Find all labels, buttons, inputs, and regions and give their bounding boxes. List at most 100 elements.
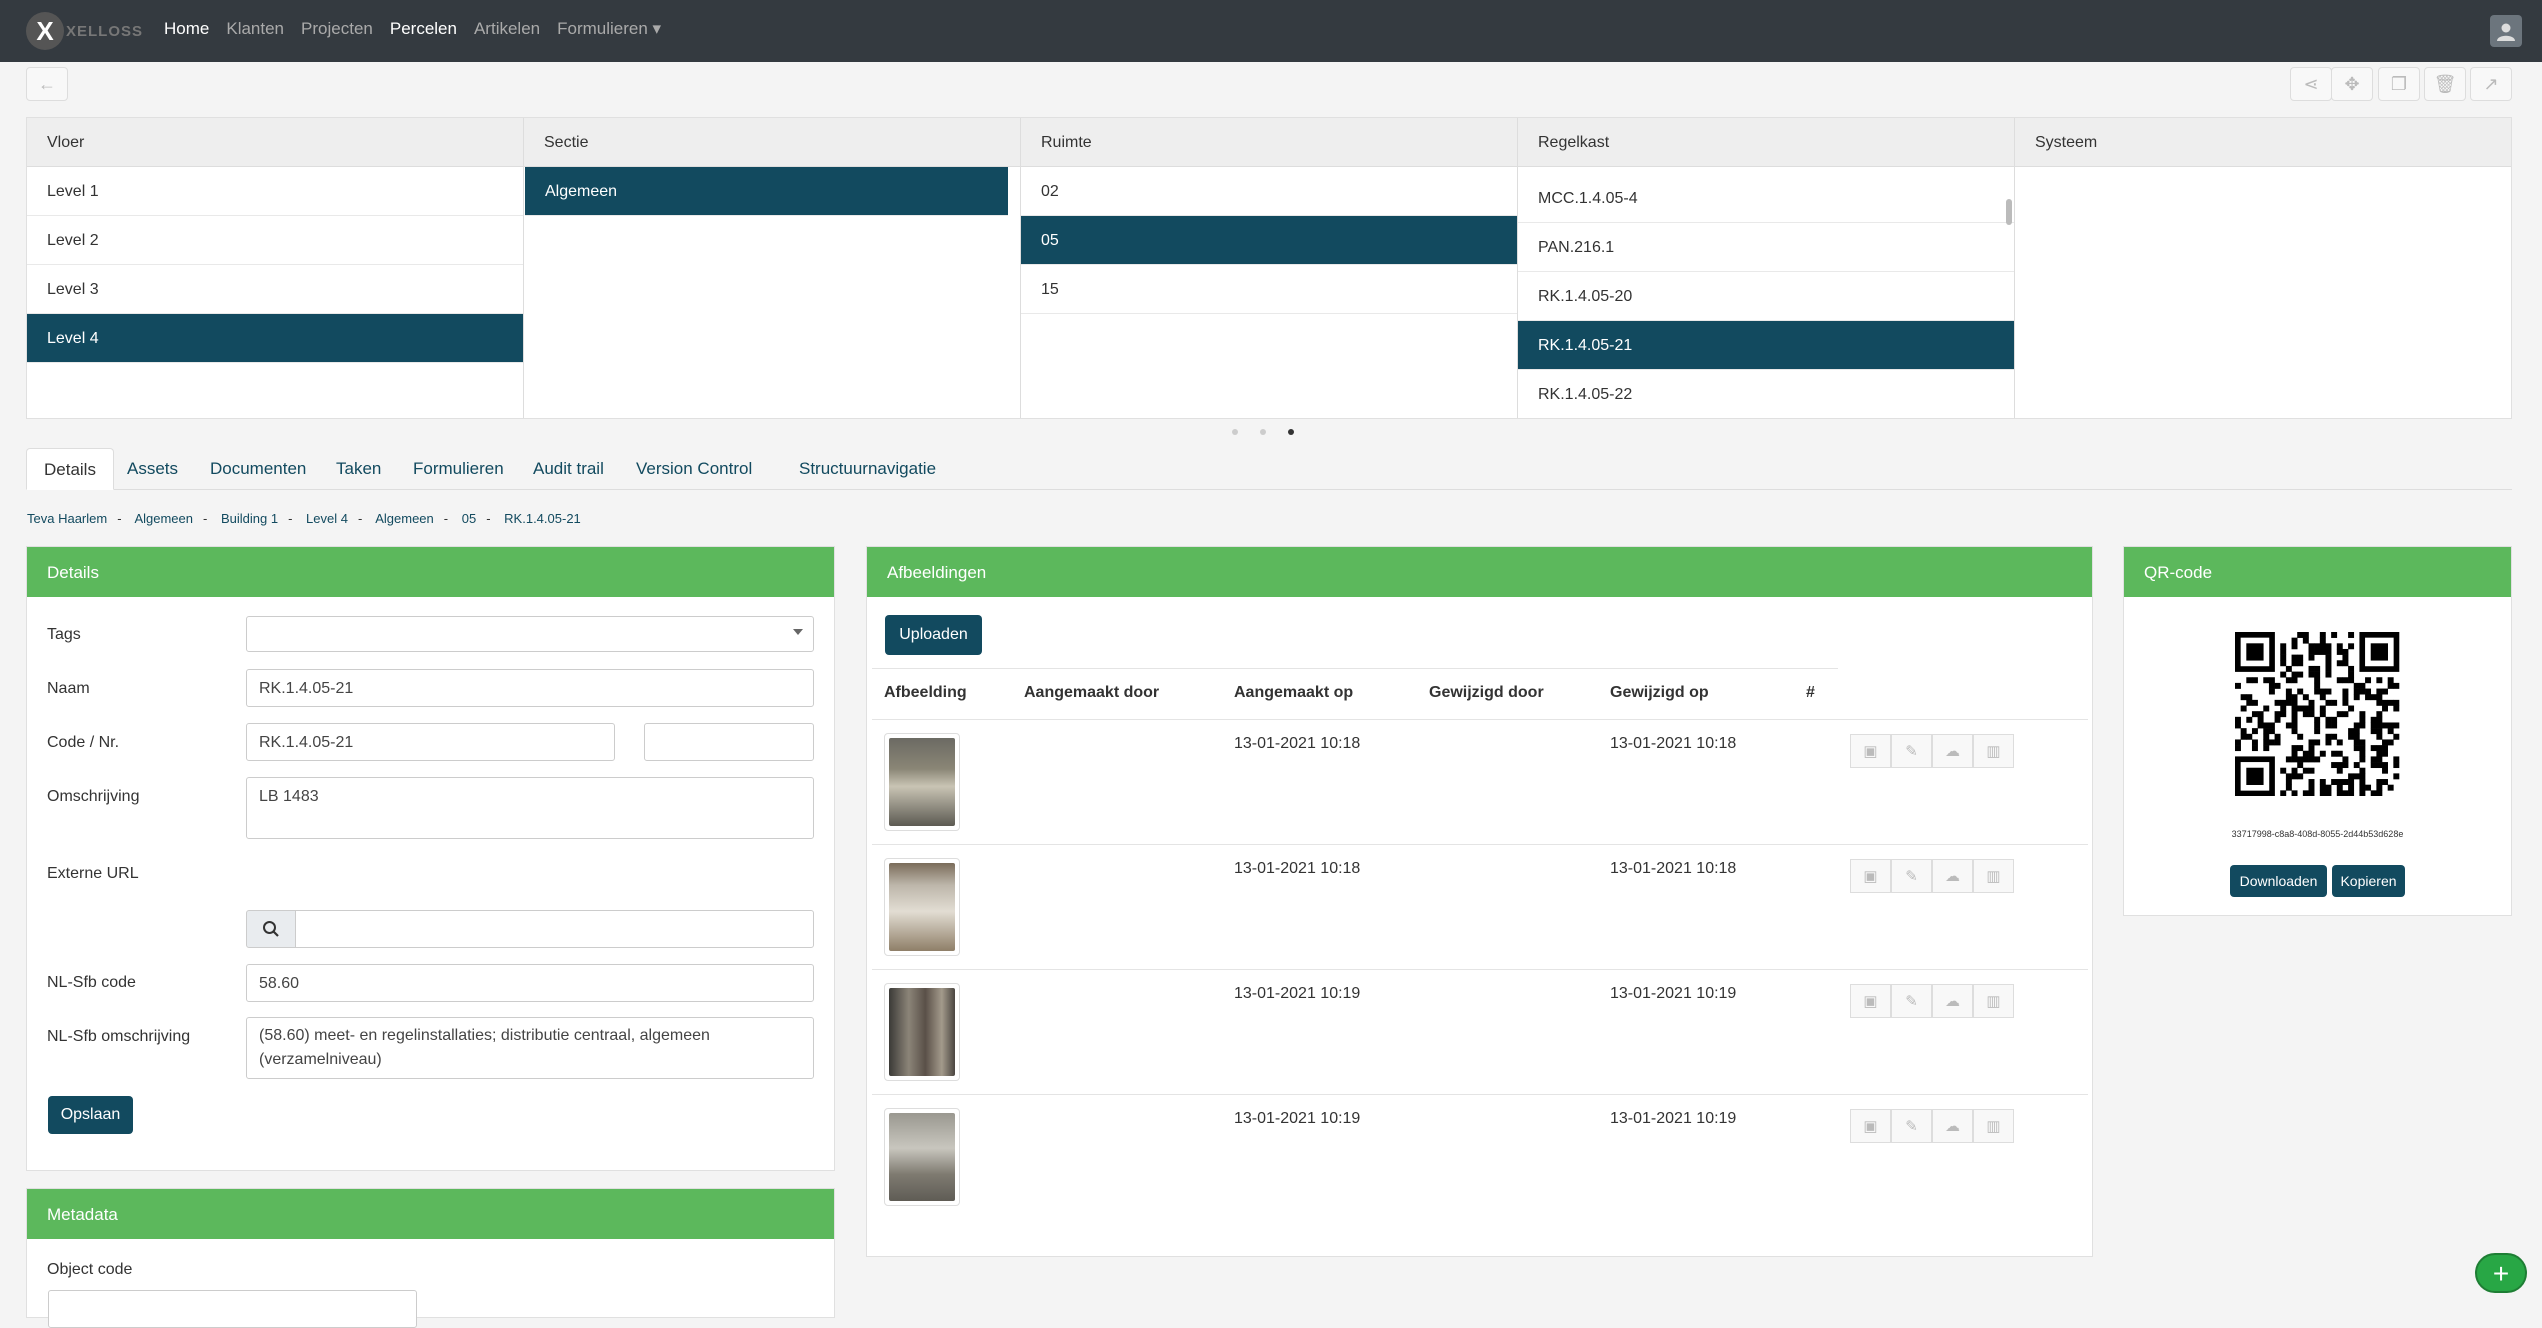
list-item[interactable]: RK.1.4.05-20 — [1518, 272, 2014, 321]
tab-taken[interactable]: Taken — [319, 448, 398, 490]
view-image-button[interactable]: ▣ — [1850, 984, 1891, 1018]
list-item[interactable]: MCC.1.4.05-4 — [1518, 174, 2014, 223]
chart-button[interactable]: ↗ — [2470, 67, 2512, 101]
download-button[interactable]: ☁ — [1932, 859, 1973, 893]
list-item-selected[interactable]: Level 4 — [27, 314, 523, 363]
save-button[interactable]: Opslaan — [48, 1096, 133, 1134]
tab-audit-trail[interactable]: Audit trail — [516, 448, 621, 490]
delete-button[interactable]: 🗑 — [2424, 67, 2466, 101]
edit-button[interactable]: ✎ — [1891, 984, 1932, 1018]
user-account-button[interactable] — [2490, 15, 2522, 47]
tab-structuurnavigatie[interactable]: Structuurnavigatie — [782, 448, 953, 490]
column-header[interactable]: Gewijzigd op — [1610, 684, 1709, 702]
back-button[interactable]: ← — [26, 67, 68, 101]
tab-formulieren[interactable]: Formulieren — [396, 448, 521, 490]
externe-url-input[interactable] — [295, 910, 814, 948]
list-item[interactable]: 02 — [1021, 167, 1517, 216]
upload-button[interactable]: Uploaden — [885, 615, 982, 655]
view-image-button[interactable]: ▣ — [1850, 859, 1891, 893]
image-thumbnail[interactable] — [884, 1108, 960, 1206]
table-divider — [872, 844, 2088, 845]
nav-klanten[interactable]: Klanten — [226, 19, 284, 39]
image-thumbnail[interactable] — [884, 858, 960, 956]
list-item[interactable]: Level 2 — [27, 216, 523, 265]
move-button[interactable]: ✥ — [2331, 67, 2373, 101]
page-dot[interactable] — [1260, 429, 1266, 435]
delete-row-button[interactable]: ▥ — [1973, 984, 2014, 1018]
pencil-icon: ✎ — [1905, 743, 1918, 760]
edit-button[interactable]: ✎ — [1891, 859, 1932, 893]
edit-button[interactable]: ✎ — [1891, 1109, 1932, 1143]
view-image-button[interactable]: ▣ — [1850, 1109, 1891, 1143]
cabinet-photo — [889, 1113, 955, 1201]
column-header[interactable]: Gewijzigd door — [1429, 684, 1544, 702]
nav-percelen[interactable]: Percelen — [390, 19, 457, 39]
list-item-selected[interactable]: RK.1.4.05-21 — [1518, 321, 2014, 370]
list-item[interactable]: Level 1 — [27, 167, 523, 216]
download-button[interactable]: ☁ — [1932, 734, 1973, 768]
tab-details[interactable]: Details — [26, 448, 114, 490]
delete-row-button[interactable]: ▥ — [1973, 859, 2014, 893]
nav-projecten[interactable]: Projecten — [301, 19, 373, 39]
breadcrumb-item[interactable]: Algemeen — [134, 511, 193, 526]
tab-documenten[interactable]: Documenten — [193, 448, 323, 490]
breadcrumb-item[interactable]: Teva Haarlem — [27, 511, 107, 526]
share-button[interactable]: ⋖ — [2290, 67, 2332, 101]
breadcrumb-item[interactable]: Algemeen — [375, 511, 434, 526]
sfb-omschrijving-textarea[interactable]: (58.60) meet- en regelinstallaties; dist… — [246, 1017, 814, 1079]
delete-row-button[interactable]: ▥ — [1973, 1109, 2014, 1143]
nav-home[interactable]: Home — [164, 19, 209, 39]
image-thumbnail[interactable] — [884, 733, 960, 831]
download-button[interactable]: ☁ — [1932, 1109, 1973, 1143]
column-header[interactable]: Aangemaakt op — [1234, 684, 1353, 702]
edit-button[interactable]: ✎ — [1891, 734, 1932, 768]
scrollbar[interactable] — [2006, 199, 2012, 225]
view-image-button[interactable]: ▣ — [1850, 734, 1891, 768]
nav-artikelen[interactable]: Artikelen — [474, 19, 540, 39]
list-item[interactable]: PAN.216.1 — [1518, 223, 2014, 272]
tab-version-control[interactable]: Version Control — [619, 448, 769, 490]
column-header: Regelkast — [1518, 118, 2014, 167]
chevron-down-icon — [793, 629, 803, 635]
image-thumbnail[interactable] — [884, 983, 960, 1081]
download-button[interactable]: ☁ — [1932, 984, 1973, 1018]
sfb-code-input[interactable]: 58.60 — [246, 964, 814, 1002]
trash-icon: ▥ — [1986, 1118, 2001, 1135]
object-code-input[interactable] — [48, 1290, 417, 1328]
column-header[interactable]: Aangemaakt door — [1024, 684, 1159, 702]
breadcrumb-item[interactable]: Level 4 — [306, 511, 348, 526]
omschrijving-textarea[interactable]: LB 1483 — [246, 777, 814, 839]
qr-id-text: 33717998-c8a8-408d-8055-2d44b53d628e — [2231, 829, 2404, 839]
list-item[interactable]: RK.1.4.05-22 — [1518, 370, 2014, 417]
list-item[interactable]: Level 3 — [27, 265, 523, 314]
breadcrumb-item[interactable]: 05 — [462, 511, 476, 526]
code-input[interactable]: RK.1.4.05-21 — [246, 723, 615, 761]
list-item-selected[interactable]: Algemeen — [525, 167, 1008, 216]
copy-button[interactable]: ❐ — [2378, 67, 2420, 101]
breadcrumb-item[interactable]: RK.1.4.05-21 — [504, 511, 581, 526]
breadcrumb: Teva Haarlem - Algemeen - Building 1- Leve… — [27, 511, 591, 526]
delete-row-button[interactable]: ▥ — [1973, 734, 2014, 768]
page-dot-active[interactable] — [1288, 429, 1294, 435]
naam-label: Naam — [47, 680, 90, 697]
app-logo[interactable]: X XELLOSS — [26, 12, 142, 50]
page-dot[interactable] — [1232, 429, 1238, 435]
tags-select[interactable] — [246, 616, 814, 652]
code-extra-input[interactable] — [644, 723, 814, 761]
qr-download-button[interactable]: Downloaden — [2230, 865, 2327, 897]
naam-input[interactable]: RK.1.4.05-21 — [246, 669, 814, 707]
breadcrumb-item[interactable]: Building 1 — [221, 511, 278, 526]
list-item-selected[interactable]: 05 — [1021, 216, 1517, 265]
trash-icon: 🗑 — [2433, 73, 2457, 94]
column-vloer: Vloer Level 1 Level 2 Level 3 Level 4 — [27, 118, 524, 418]
column-header[interactable]: Afbeelding — [884, 684, 967, 702]
logo-text: XELLOSS — [66, 23, 144, 40]
nav-formulieren-dropdown[interactable]: Formulieren ▾ — [557, 19, 661, 39]
search-addon — [246, 910, 296, 948]
user-icon — [2497, 23, 2515, 41]
tab-assets[interactable]: Assets — [110, 448, 195, 490]
plus-icon: + — [2492, 1258, 2510, 1289]
qr-copy-button[interactable]: Kopieren — [2332, 865, 2405, 897]
list-item[interactable]: 15 — [1021, 265, 1517, 314]
add-button[interactable]: + — [2475, 1253, 2527, 1293]
